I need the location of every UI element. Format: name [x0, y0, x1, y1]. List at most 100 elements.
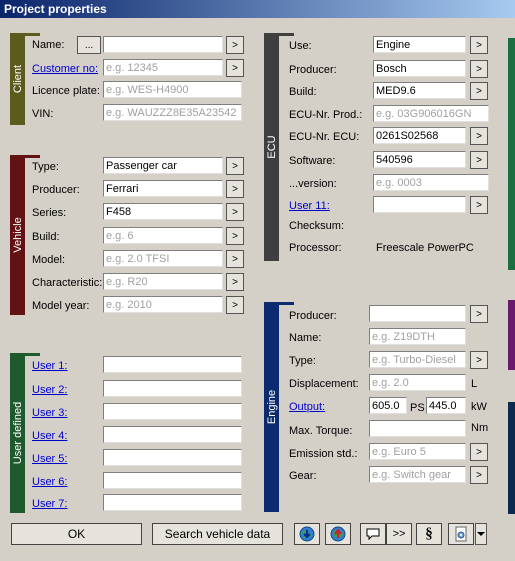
- vehicle-producer-arrow-button[interactable]: >: [226, 180, 244, 198]
- window-title: Project properties: [0, 0, 515, 18]
- engine-torque-input[interactable]: [369, 420, 466, 437]
- ecu-processor-label: Processor:: [289, 242, 342, 254]
- user-3-input[interactable]: [103, 403, 242, 420]
- upload-globe-button[interactable]: [325, 523, 351, 545]
- engine-output-kw-input[interactable]: [426, 397, 466, 414]
- vin-input[interactable]: [103, 104, 242, 121]
- ecu-software-label: Software:: [289, 155, 336, 167]
- engine-output-link[interactable]: Output:: [289, 401, 325, 413]
- ecu-processor-value: Freescale PowerPC: [376, 242, 474, 254]
- user-4-link[interactable]: User 4:: [32, 430, 67, 442]
- vehicle-modelyear-input[interactable]: [103, 296, 223, 313]
- user-5-link[interactable]: User 5:: [32, 453, 67, 465]
- user-6-input[interactable]: [103, 472, 242, 489]
- user-3-link[interactable]: User 3:: [32, 407, 67, 419]
- vehicle-modelyear-arrow-button[interactable]: >: [226, 296, 244, 314]
- ok-button[interactable]: OK: [11, 523, 142, 545]
- user-7-input[interactable]: [103, 494, 242, 511]
- ecu-user11-link[interactable]: User 11:: [289, 200, 330, 212]
- section-button[interactable]: §: [416, 523, 442, 545]
- vehicle-producer-input[interactable]: [103, 180, 223, 197]
- customer-no-arrow-button[interactable]: >: [226, 59, 244, 77]
- engine-type-input[interactable]: [369, 351, 466, 368]
- engine-displacement-input[interactable]: [369, 374, 466, 391]
- customer-no-input[interactable]: [103, 59, 223, 76]
- comment-button[interactable]: [360, 523, 386, 545]
- vin-label: VIN:: [32, 108, 54, 120]
- ecu-band: ECU: [264, 33, 279, 261]
- user-4-input[interactable]: [103, 426, 242, 443]
- vehicle-section-label: Vehicle: [11, 217, 24, 253]
- engine-displacement-unit: L: [471, 378, 478, 390]
- ecu-build-label: Build:: [289, 86, 317, 98]
- client-top-edge: [25, 33, 40, 36]
- ecu-build-arrow-button[interactable]: >: [470, 82, 488, 100]
- engine-producer-arrow-button[interactable]: >: [470, 305, 488, 323]
- globe-download-icon: [299, 526, 315, 542]
- customer-no-link[interactable]: Customer no:: [32, 63, 98, 75]
- engine-displacement-label: Displacement:: [289, 378, 359, 390]
- engine-gear-arrow-button[interactable]: >: [470, 466, 488, 484]
- user-7-link[interactable]: User 7:: [32, 498, 67, 510]
- user-1-link[interactable]: User 1:: [32, 360, 67, 372]
- right-band-navy: [508, 402, 515, 514]
- engine-producer-input[interactable]: [369, 305, 466, 322]
- ecu-version-label: ...version:: [289, 178, 337, 190]
- engine-ps-unit: PS: [410, 402, 425, 414]
- licence-plate-input[interactable]: [103, 81, 242, 98]
- ecu-use-label: Use:: [289, 40, 312, 52]
- user-section-label: User defined: [11, 401, 24, 465]
- right-band-purple: [508, 300, 515, 370]
- user-5-input[interactable]: [103, 449, 242, 466]
- vehicle-type-arrow-button[interactable]: >: [226, 157, 244, 175]
- speech-bubble-icon: [366, 528, 380, 541]
- ecu-producer-arrow-button[interactable]: >: [470, 60, 488, 78]
- ecu-software-arrow-button[interactable]: >: [470, 151, 488, 169]
- globe-upload-icon: [330, 526, 346, 542]
- user-2-link[interactable]: User 2:: [32, 384, 67, 396]
- ecu-use-arrow-button[interactable]: >: [470, 36, 488, 54]
- vehicle-characteristic-input[interactable]: [103, 273, 223, 290]
- ecu-nr-arrow-button[interactable]: >: [470, 127, 488, 145]
- user-1-input[interactable]: [103, 356, 242, 373]
- engine-type-arrow-button[interactable]: >: [470, 351, 488, 369]
- ecu-use-input[interactable]: [373, 36, 466, 53]
- ecu-software-input[interactable]: [373, 151, 466, 168]
- settings-dropdown-button[interactable]: [475, 523, 487, 545]
- download-globe-button[interactable]: [294, 523, 320, 545]
- client-name-input[interactable]: [103, 36, 223, 53]
- engine-emission-input[interactable]: [369, 443, 466, 460]
- vehicle-series-arrow-button[interactable]: >: [226, 203, 244, 221]
- right-band-green: [508, 38, 515, 270]
- vehicle-model-arrow-button[interactable]: >: [226, 250, 244, 268]
- vehicle-model-label: Model:: [32, 254, 66, 266]
- forward-button[interactable]: >>: [386, 523, 412, 545]
- client-name-lookup-button[interactable]: ...: [77, 36, 101, 54]
- client-name-label: Name:: [32, 39, 65, 51]
- client-band: Client: [10, 33, 25, 125]
- user-2-input[interactable]: [103, 380, 242, 397]
- vehicle-series-input[interactable]: [103, 203, 223, 220]
- ecu-user11-input[interactable]: [373, 196, 466, 213]
- ecu-nr-label: ECU-Nr. ECU:: [289, 131, 360, 143]
- ecu-prod-input[interactable]: [373, 105, 489, 122]
- engine-output-ps-input[interactable]: [369, 397, 407, 414]
- engine-emission-arrow-button[interactable]: >: [470, 443, 488, 461]
- vehicle-characteristic-arrow-button[interactable]: >: [226, 273, 244, 291]
- ecu-producer-input[interactable]: [373, 60, 466, 77]
- client-name-arrow-button[interactable]: >: [226, 36, 244, 54]
- vehicle-model-input[interactable]: [103, 250, 223, 267]
- settings-button[interactable]: [448, 523, 474, 545]
- ecu-build-input[interactable]: [373, 82, 466, 99]
- ecu-version-input[interactable]: [373, 174, 489, 191]
- search-vehicle-data-button[interactable]: Search vehicle data: [152, 523, 283, 545]
- engine-name-input[interactable]: [369, 328, 466, 345]
- ecu-user11-arrow-button[interactable]: >: [470, 196, 488, 214]
- vehicle-build-input[interactable]: [103, 227, 223, 244]
- user-6-link[interactable]: User 6:: [32, 476, 67, 488]
- engine-gear-input[interactable]: [369, 466, 466, 483]
- vehicle-type-input[interactable]: [103, 157, 223, 174]
- engine-torque-unit: Nm: [471, 422, 489, 434]
- vehicle-build-arrow-button[interactable]: >: [226, 227, 244, 245]
- ecu-nr-input[interactable]: [373, 127, 466, 144]
